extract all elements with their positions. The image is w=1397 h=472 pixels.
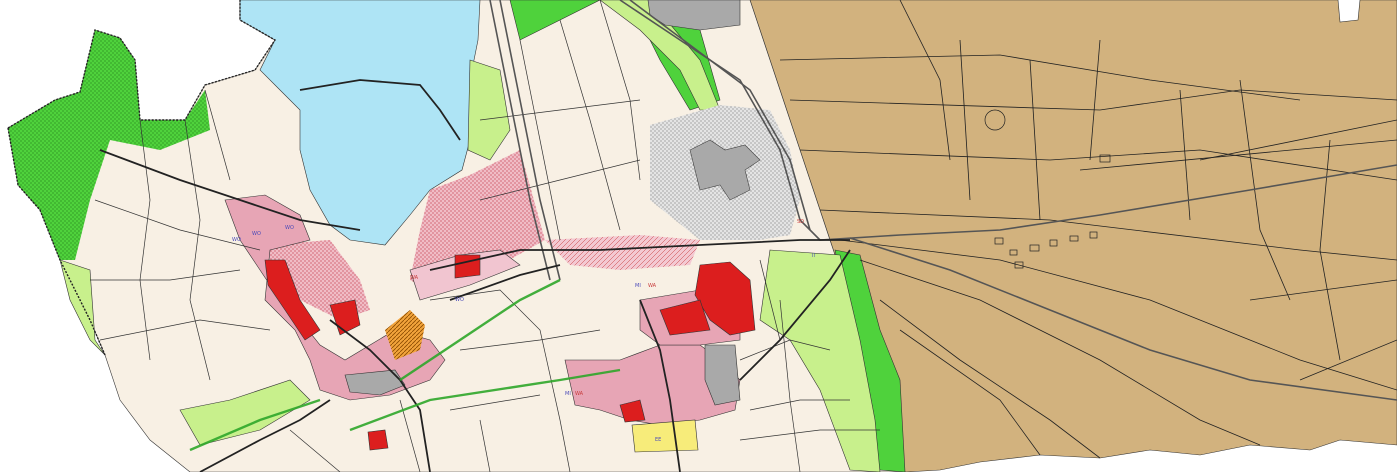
core-zone-south bbox=[367, 429, 389, 451]
zone-label: WA bbox=[648, 283, 657, 289]
zone-label: WO bbox=[285, 225, 294, 231]
zone-label: WA bbox=[410, 275, 419, 281]
zone-label: II bbox=[812, 253, 815, 259]
land-use-map bbox=[7, 0, 1397, 472]
core-zone-north bbox=[454, 254, 481, 279]
zone-label: WO bbox=[232, 237, 241, 243]
zone-label: WA bbox=[575, 391, 584, 397]
zone-label: MI bbox=[635, 283, 641, 289]
zone-label: WO bbox=[252, 231, 261, 237]
zone-label: MI bbox=[565, 391, 571, 397]
special-zone-yellow bbox=[631, 419, 699, 453]
zone-label: SD bbox=[797, 219, 805, 225]
zone-label: WO bbox=[455, 297, 464, 303]
zone-label: EE bbox=[655, 437, 662, 443]
